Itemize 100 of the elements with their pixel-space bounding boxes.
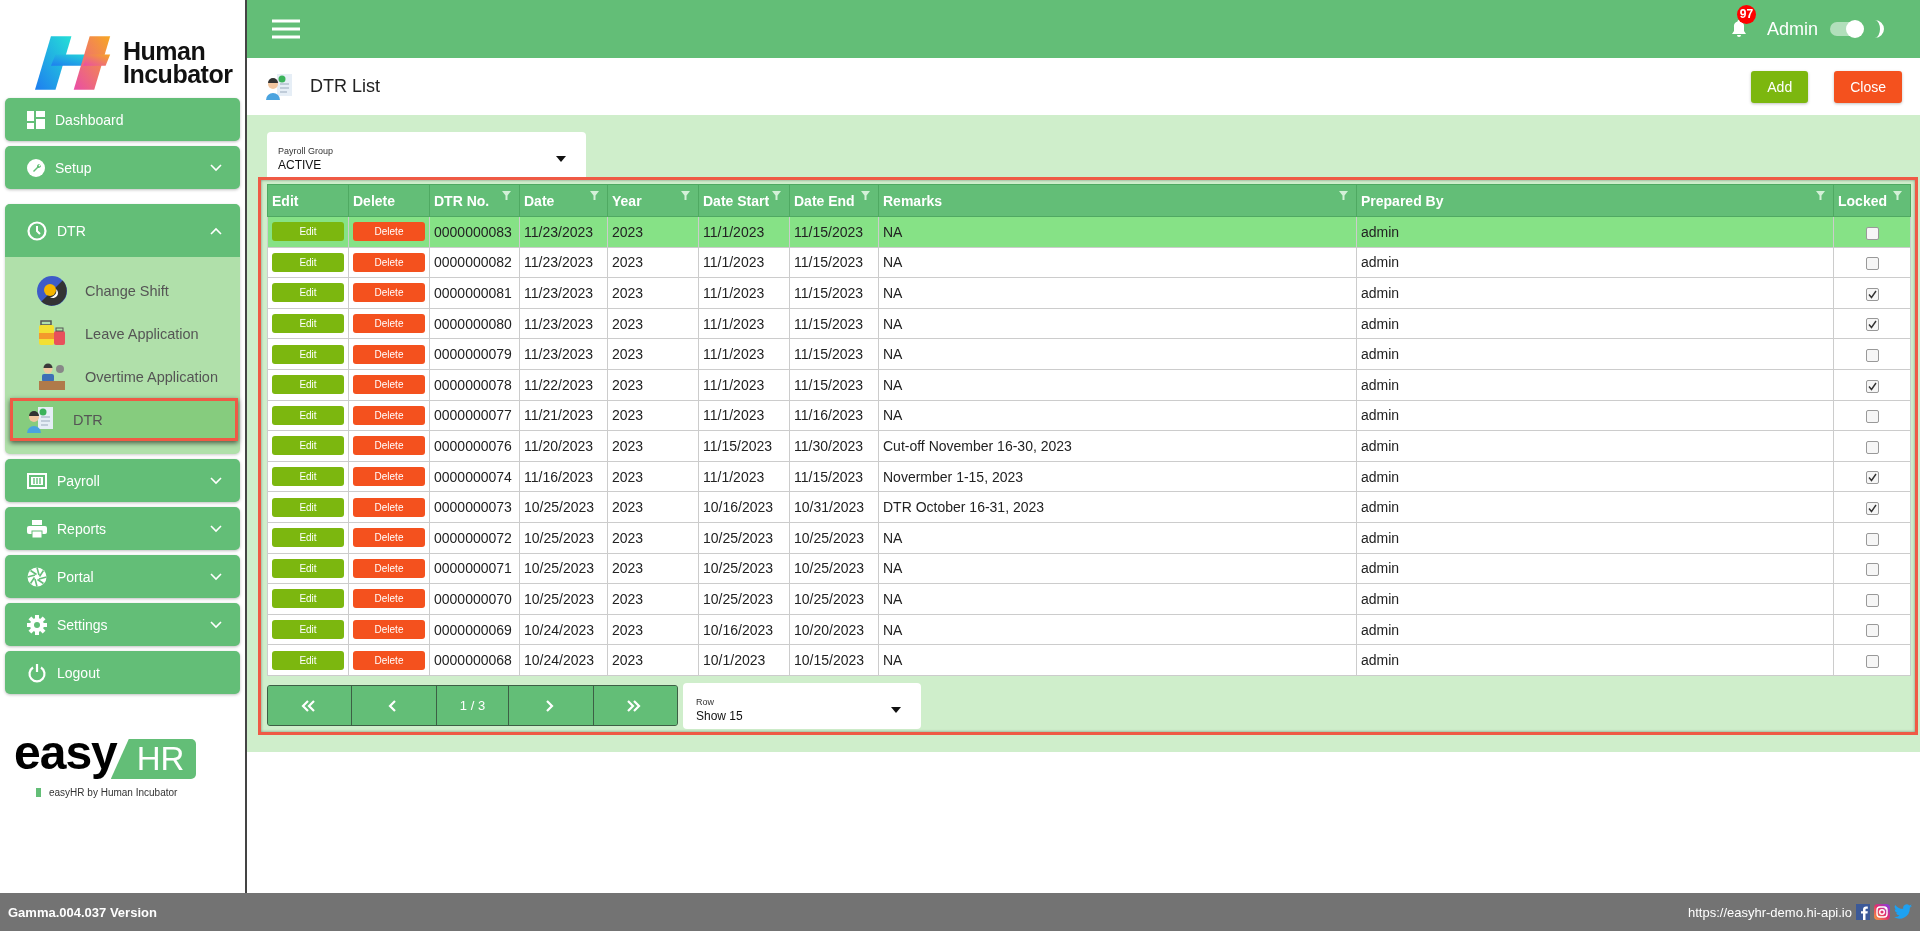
locked-checkbox[interactable] <box>1865 654 1879 668</box>
edit-button[interactable]: Edit <box>272 589 344 609</box>
table-row[interactable]: Edit Delete 0000000079 11/23/2023 2023 11/1/2023 11/15/2023 NA admin <box>267 338 1911 370</box>
delete-button[interactable]: Delete <box>353 467 425 487</box>
locked-checkbox[interactable] <box>1865 440 1879 454</box>
delete-button[interactable]: Delete <box>353 222 425 242</box>
edit-button[interactable]: Edit <box>272 283 344 303</box>
locked-checkbox[interactable] <box>1865 226 1879 240</box>
sidebar-item[interactable]: Reports <box>5 507 240 550</box>
edit-button[interactable]: Edit <box>272 405 344 425</box>
edit-button[interactable]: Edit <box>272 497 344 517</box>
column-header[interactable]: Date <box>519 184 608 217</box>
table-row[interactable]: Edit Delete 0000000076 11/20/2023 2023 11/15/2023 11/30/2023 Cut-off November 16-30, 2023 admin <box>267 430 1911 462</box>
sidebar-item[interactable]: Settings <box>5 603 240 646</box>
sidebar-item[interactable]: Logout <box>5 651 240 694</box>
delete-button[interactable]: Delete <box>353 589 425 609</box>
table-row[interactable]: Edit Delete 0000000068 10/24/2023 2023 10/1/2023 10/15/2023 NA admin <box>267 644 1911 676</box>
filter-icon[interactable] <box>502 191 511 200</box>
sidebar-item[interactable]: Setup <box>5 146 240 189</box>
filter-icon[interactable] <box>590 191 599 200</box>
table-row[interactable]: Edit Delete 0000000069 10/24/2023 2023 10/16/2023 10/20/2023 NA admin <box>267 614 1911 645</box>
table-row[interactable]: Edit Delete 0000000074 11/16/2023 2023 11/1/2023 11/15/2023 Novermber 1-15, 2023 admin <box>267 461 1911 492</box>
locked-checkbox[interactable] <box>1865 532 1879 546</box>
table-row[interactable]: Edit Delete 0000000082 11/23/2023 2023 11/1/2023 11/15/2023 NA admin <box>267 247 1911 278</box>
edit-button[interactable]: Edit <box>272 314 344 334</box>
edit-button[interactable]: Edit <box>272 222 344 242</box>
column-header[interactable]: Prepared By <box>1356 184 1834 217</box>
edit-button[interactable]: Edit <box>272 375 344 395</box>
locked-checkbox[interactable] <box>1865 501 1879 515</box>
delete-button[interactable]: Delete <box>353 436 425 456</box>
filter-icon[interactable] <box>1816 191 1825 200</box>
edit-button[interactable]: Edit <box>272 528 344 548</box>
table-row[interactable]: Edit Delete 0000000083 11/23/2023 2023 11/1/2023 11/15/2023 NA admin <box>267 216 1911 248</box>
filter-icon[interactable] <box>772 191 781 200</box>
locked-checkbox[interactable] <box>1865 379 1879 393</box>
delete-button[interactable]: Delete <box>353 283 425 303</box>
table-row[interactable]: Edit Delete 0000000071 10/25/2023 2023 10/25/2023 10/25/2023 NA admin <box>267 553 1911 584</box>
menu-icon[interactable] <box>272 19 300 39</box>
table-row[interactable]: Edit Delete 0000000078 11/22/2023 2023 11/1/2023 11/15/2023 NA admin <box>267 369 1911 401</box>
edit-button[interactable]: Edit <box>272 620 344 639</box>
close-button[interactable]: Close <box>1834 70 1902 103</box>
delete-button[interactable]: Delete <box>353 620 425 639</box>
sidebar-item[interactable]: DTR <box>5 204 240 257</box>
table-row[interactable]: Edit Delete 0000000081 11/23/2023 2023 11/1/2023 11/15/2023 NA admin <box>267 277 1911 309</box>
column-header[interactable]: Delete <box>348 184 430 217</box>
column-header[interactable]: Date End <box>789 184 879 217</box>
submenu-item[interactable]: Overtime Application <box>10 355 235 398</box>
sidebar-item[interactable]: Portal <box>5 555 240 598</box>
locked-checkbox[interactable] <box>1865 593 1879 607</box>
column-header[interactable]: Locked <box>1833 184 1911 217</box>
submenu-item[interactable]: Change Shift <box>10 269 235 312</box>
locked-checkbox[interactable] <box>1865 624 1879 638</box>
site-link[interactable]: https://easyhr-demo.hi-api.io <box>1687 904 1852 920</box>
delete-button[interactable]: Delete <box>353 558 425 578</box>
payroll-group-dropdown[interactable]: Payroll Group ACTIVE <box>267 132 586 177</box>
column-header[interactable]: DTR No. <box>429 184 520 217</box>
delete-button[interactable]: Delete <box>353 650 425 670</box>
rows-per-page-dropdown[interactable]: Row Show 15 <box>683 682 921 729</box>
table-row[interactable]: Edit Delete 0000000072 10/25/2023 2023 10/25/2023 10/25/2023 NA admin <box>267 522 1911 554</box>
locked-checkbox[interactable] <box>1865 410 1879 424</box>
filter-icon[interactable] <box>681 191 690 200</box>
column-header[interactable]: Date Start <box>698 184 790 217</box>
submenu-item[interactable]: Leave Application <box>10 312 235 355</box>
edit-button[interactable]: Edit <box>272 344 344 364</box>
delete-button[interactable]: Delete <box>353 375 425 395</box>
filter-icon[interactable] <box>1339 191 1348 200</box>
table-row[interactable]: Edit Delete 0000000073 10/25/2023 2023 10/16/2023 10/31/2023 DTR October 16-31, 2023 admin <box>267 491 1911 523</box>
locked-checkbox[interactable] <box>1865 348 1879 362</box>
table-row[interactable]: Edit Delete 0000000070 10/25/2023 2023 10/25/2023 10/25/2023 NA admin <box>267 583 1911 615</box>
delete-button[interactable]: Delete <box>353 528 425 548</box>
locked-checkbox[interactable] <box>1865 318 1879 332</box>
facebook-icon[interactable] <box>1856 904 1870 920</box>
delete-button[interactable]: Delete <box>353 252 425 272</box>
column-header[interactable]: Edit <box>267 184 349 217</box>
column-header[interactable]: Year <box>607 184 699 217</box>
locked-checkbox[interactable] <box>1865 471 1879 485</box>
sidebar-item[interactable]: Dashboard <box>5 98 240 141</box>
filter-icon[interactable] <box>861 191 870 200</box>
delete-button[interactable]: Delete <box>353 497 425 517</box>
delete-button[interactable]: Delete <box>353 344 425 364</box>
edit-button[interactable]: Edit <box>272 558 344 578</box>
instagram-icon[interactable] <box>1874 904 1890 920</box>
locked-checkbox[interactable] <box>1865 563 1879 577</box>
add-button[interactable]: Add <box>1751 70 1809 103</box>
delete-button[interactable]: Delete <box>353 314 425 334</box>
table-row[interactable]: Edit Delete 0000000080 11/23/2023 2023 11/1/2023 11/15/2023 NA admin <box>267 308 1911 339</box>
submenu-item[interactable]: DTR <box>10 398 238 441</box>
edit-button[interactable]: Edit <box>272 467 344 487</box>
sidebar-item[interactable]: Payroll <box>5 459 240 502</box>
bell-icon[interactable] <box>1730 20 1747 38</box>
column-header[interactable]: Remarks <box>878 184 1357 217</box>
edit-button[interactable]: Edit <box>272 436 344 456</box>
locked-checkbox[interactable] <box>1865 287 1879 301</box>
edit-button[interactable]: Edit <box>272 252 344 272</box>
theme-switch[interactable] <box>1830 22 1863 36</box>
filter-icon[interactable] <box>1893 191 1902 200</box>
edit-button[interactable]: Edit <box>272 650 344 670</box>
user-name[interactable]: Admin <box>1766 18 1818 40</box>
delete-button[interactable]: Delete <box>353 405 425 425</box>
locked-checkbox[interactable] <box>1865 257 1879 271</box>
